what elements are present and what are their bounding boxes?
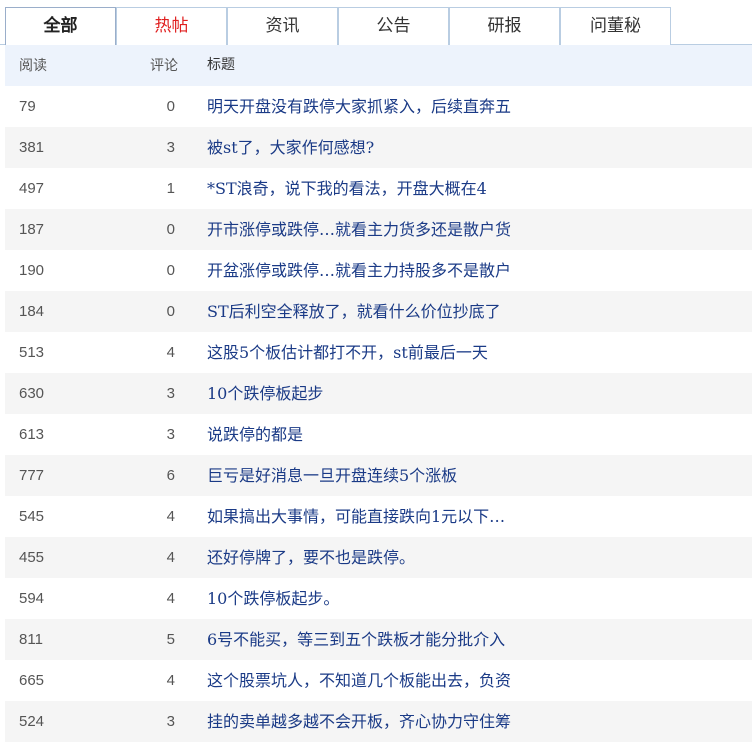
read-count: 545: [19, 508, 45, 525]
read-count: 811: [19, 631, 43, 648]
post-title-link[interactable]: 开盆涨停或跌停…就看主力持股多不是散户: [207, 250, 511, 291]
post-title-link[interactable]: 这个股票坑人，不知道几个板能出去，负资: [207, 660, 511, 701]
read-count: 187: [19, 221, 45, 238]
comment-count: 4: [166, 508, 175, 525]
read-count: 381: [19, 139, 45, 156]
comment-count: 0: [166, 221, 175, 238]
table-row: 524 3 挂的卖单越多越不会开板，齐心协力守住筹: [5, 701, 752, 742]
comment-count: 4: [166, 344, 175, 361]
read-count: 777: [19, 467, 45, 484]
tab-announcements[interactable]: 公告: [338, 7, 449, 45]
post-title-link[interactable]: ST后利空全释放了，就看什么价位抄底了: [207, 291, 501, 332]
post-list-header: 阅读 评论 标题: [5, 45, 752, 86]
column-header-read: 阅读: [19, 57, 47, 73]
tab-research-reports[interactable]: 研报: [449, 7, 560, 45]
comment-count: 0: [166, 98, 175, 115]
comment-count: 3: [166, 426, 175, 443]
comment-count: 0: [166, 303, 175, 320]
table-row: 545 4 如果搞出大事情，可能直接跌向1元以下…: [5, 496, 752, 537]
table-row: 811 5 6号不能买，等三到五个跌板才能分批介入: [5, 619, 752, 660]
tab-news[interactable]: 资讯: [227, 7, 338, 45]
read-count: 524: [19, 713, 45, 730]
comment-count: 3: [166, 713, 175, 730]
post-title-link[interactable]: 还好停牌了，要不也是跌停。: [207, 537, 415, 578]
comment-count: 6: [166, 467, 175, 484]
column-header-comments: 评论: [150, 57, 178, 73]
read-count: 630: [19, 385, 45, 402]
table-row: 381 3 被st了，大家作何感想?: [5, 127, 752, 168]
post-title-link[interactable]: 说跌停的都是: [207, 414, 303, 455]
comment-count: 1: [166, 180, 175, 197]
table-row: 497 1 *ST浪奇，说下我的看法，开盘大概在4: [5, 168, 752, 209]
post-title-link[interactable]: *ST浪奇，说下我的看法，开盘大概在4: [207, 168, 487, 209]
column-header-title: 标题: [207, 57, 235, 73]
read-count: 184: [19, 303, 45, 320]
post-title-link[interactable]: 6号不能买，等三到五个跌板才能分批介入: [207, 619, 505, 660]
table-row: 613 3 说跌停的都是: [5, 414, 752, 455]
post-list: 阅读 评论 标题 79 0 明天开盘没有跌停大家抓紧入，后续直奔五 381 3 被st了，…: [5, 45, 752, 742]
table-row: 777 6 巨亏是好消息一旦开盘连续5个涨板: [5, 455, 752, 496]
table-row: 184 0 ST后利空全释放了，就看什么价位抄底了: [5, 291, 752, 332]
comment-count: 4: [166, 549, 175, 566]
post-title-link[interactable]: 这股5个板估计都打不开，st前最后一天: [207, 332, 488, 373]
tab-ask-secretary[interactable]: 问董秘: [560, 7, 671, 45]
stock-forum-panel: 全部 热帖 资讯 公告 研报 问董秘 阅读 评论 标题 79 0 明天开盘没有跌停大…: [0, 0, 752, 745]
read-count: 513: [19, 344, 45, 361]
read-count: 190: [19, 262, 45, 279]
post-title-link[interactable]: 如果搞出大事情，可能直接跌向1元以下…: [207, 496, 505, 537]
comment-count: 5: [166, 631, 175, 648]
read-count: 613: [19, 426, 45, 443]
read-count: 455: [19, 549, 45, 566]
post-title-link[interactable]: 明天开盘没有跌停大家抓紧入，后续直奔五: [207, 86, 511, 127]
post-title-link[interactable]: 被st了，大家作何感想?: [207, 127, 374, 168]
post-title-link[interactable]: 开市涨停或跌停…就看主力货多还是散户货: [207, 209, 511, 250]
comment-count: 4: [166, 672, 175, 689]
read-count: 594: [19, 590, 45, 607]
comment-count: 3: [166, 385, 175, 402]
tab-bar: 全部 热帖 资讯 公告 研报 问董秘: [0, 0, 752, 46]
post-title-link[interactable]: 10个跌停板起步: [207, 373, 323, 414]
table-row: 187 0 开市涨停或跌停…就看主力货多还是散户货: [5, 209, 752, 250]
comment-count: 4: [166, 590, 175, 607]
table-row: 190 0 开盆涨停或跌停…就看主力持股多不是散户: [5, 250, 752, 291]
tab-all[interactable]: 全部: [5, 7, 116, 46]
table-row: 630 3 10个跌停板起步: [5, 373, 752, 414]
post-title-link[interactable]: 10个跌停板起步。: [207, 578, 339, 619]
read-count: 497: [19, 180, 45, 197]
table-row: 665 4 这个股票坑人，不知道几个板能出去，负资: [5, 660, 752, 701]
comment-count: 0: [166, 262, 175, 279]
post-rows: 79 0 明天开盘没有跌停大家抓紧入，后续直奔五 381 3 被st了，大家作何感想? 49…: [5, 86, 752, 742]
post-title-link[interactable]: 挂的卖单越多越不会开板，齐心协力守住筹: [207, 701, 511, 742]
table-row: 594 4 10个跌停板起步。: [5, 578, 752, 619]
read-count: 665: [19, 672, 45, 689]
table-row: 455 4 还好停牌了，要不也是跌停。: [5, 537, 752, 578]
read-count: 79: [19, 98, 36, 115]
tab-hot-posts[interactable]: 热帖: [116, 7, 227, 45]
table-row: 79 0 明天开盘没有跌停大家抓紧入，后续直奔五: [5, 86, 752, 127]
table-row: 513 4 这股5个板估计都打不开，st前最后一天: [5, 332, 752, 373]
comment-count: 3: [166, 139, 175, 156]
post-title-link[interactable]: 巨亏是好消息一旦开盘连续5个涨板: [207, 455, 457, 496]
